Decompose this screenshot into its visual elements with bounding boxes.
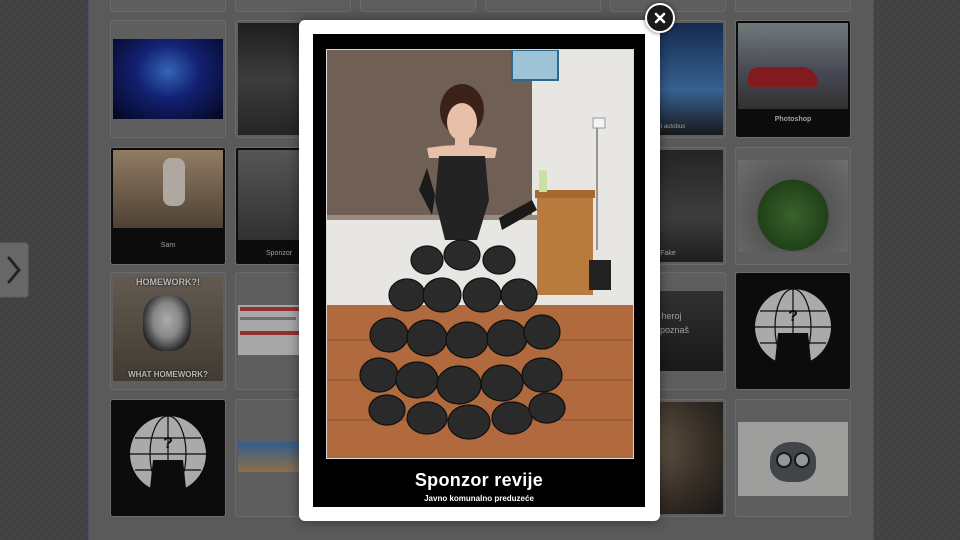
poster-subtitle: Javno komunalno preduzeće	[424, 494, 534, 503]
close-button[interactable]	[645, 3, 675, 33]
lightbox-modal: Sponzor revije Javno komunalno preduzeće	[299, 20, 660, 521]
close-icon	[654, 12, 666, 24]
photo-illustration	[327, 50, 633, 458]
poster-photo	[326, 49, 634, 459]
demotivational-poster: Sponzor revije Javno komunalno preduzeće	[313, 34, 645, 507]
poster-title: Sponzor revije	[414, 470, 544, 490]
